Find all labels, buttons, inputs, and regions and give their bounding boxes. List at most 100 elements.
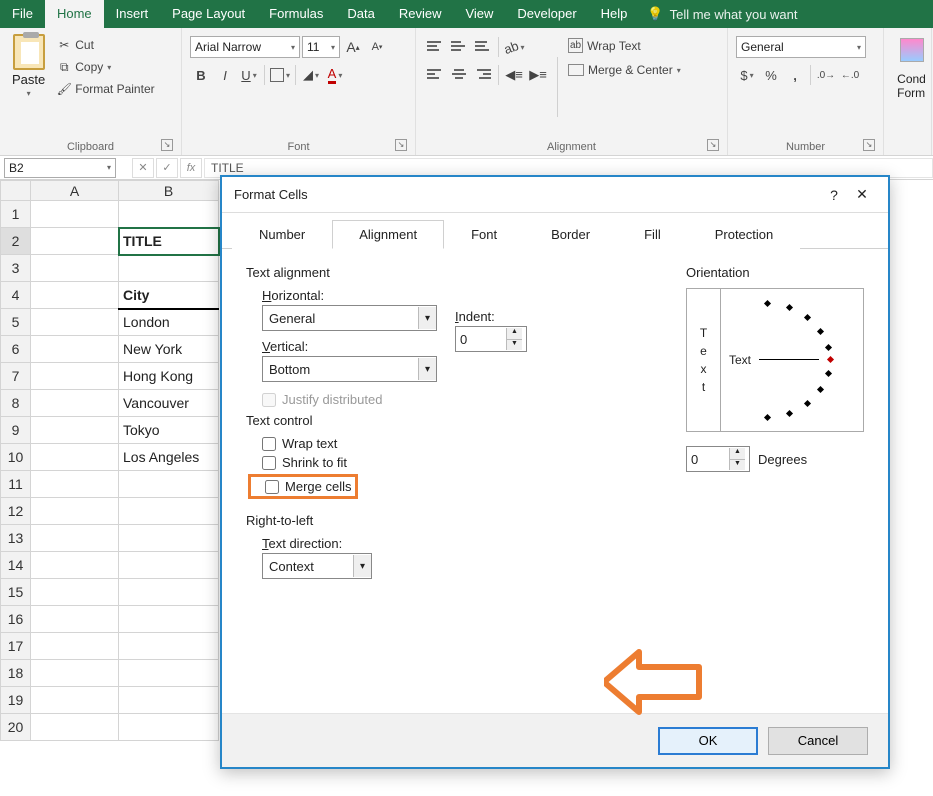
underline-button[interactable]: U (238, 64, 260, 86)
cell-B8[interactable]: Vancouver (119, 390, 219, 417)
text-direction-select[interactable]: Context▾ (262, 553, 372, 579)
cell-B17[interactable] (119, 633, 219, 660)
number-format-select[interactable]: General▾ (736, 36, 866, 58)
row-header-7[interactable]: 7 (1, 363, 31, 390)
row-header-20[interactable]: 20 (1, 714, 31, 741)
cell-A17[interactable] (31, 633, 119, 660)
wrap-text-checkbox[interactable]: Wrap text (262, 436, 666, 451)
conditional-formatting-icon[interactable] (900, 38, 924, 62)
cancel-button[interactable]: Cancel (768, 727, 868, 755)
cell-B16[interactable] (119, 606, 219, 633)
cell-B15[interactable] (119, 579, 219, 606)
cell-A19[interactable] (31, 687, 119, 714)
col-header-B[interactable]: B (119, 181, 219, 201)
cell-B4[interactable]: City (119, 282, 219, 309)
select-all-corner[interactable] (1, 181, 31, 201)
cell-A5[interactable] (31, 309, 119, 336)
align-right-button[interactable] (472, 64, 494, 86)
cell-B6[interactable]: New York (119, 336, 219, 363)
menu-help[interactable]: Help (589, 0, 640, 28)
border-button[interactable] (269, 64, 291, 86)
tab-alignment[interactable]: Alignment (332, 220, 444, 249)
copy-button[interactable]: ⧉Copy ▾ (55, 58, 156, 76)
align-center-button[interactable] (448, 64, 470, 86)
row-header-14[interactable]: 14 (1, 552, 31, 579)
tab-border[interactable]: Border (524, 220, 617, 249)
merge-cells-checkbox[interactable]: Merge cells (265, 479, 351, 494)
dialog-launcher-icon[interactable]: ↘ (863, 139, 875, 151)
close-button[interactable]: ✕ (848, 181, 876, 209)
merge-center-button[interactable]: Merge & Center ▾ (566, 61, 683, 79)
cell-A18[interactable] (31, 660, 119, 687)
menu-view[interactable]: View (453, 0, 505, 28)
cell-B5[interactable]: London (119, 309, 219, 336)
tab-protection[interactable]: Protection (688, 220, 801, 249)
orientation-panel[interactable]: T e x t Text (686, 288, 864, 432)
cell-A15[interactable] (31, 579, 119, 606)
bold-button[interactable]: B (190, 64, 212, 86)
name-box[interactable]: B2▾ (4, 158, 116, 178)
cell-B18[interactable] (119, 660, 219, 687)
dialog-launcher-icon[interactable]: ↘ (161, 139, 173, 151)
row-header-13[interactable]: 13 (1, 525, 31, 552)
decrease-indent-button[interactable]: ◀≡ (503, 64, 525, 86)
align-middle-button[interactable] (448, 36, 470, 58)
cell-A14[interactable] (31, 552, 119, 579)
tell-me-search[interactable]: 💡 Tell me what you want (647, 6, 797, 22)
shrink-to-fit-checkbox[interactable]: Shrink to fit (262, 455, 666, 470)
row-header-17[interactable]: 17 (1, 633, 31, 660)
row-header-9[interactable]: 9 (1, 417, 31, 444)
row-header-8[interactable]: 8 (1, 390, 31, 417)
row-header-12[interactable]: 12 (1, 498, 31, 525)
menu-page-layout[interactable]: Page Layout (160, 0, 257, 28)
cell-A8[interactable] (31, 390, 119, 417)
row-header-15[interactable]: 15 (1, 579, 31, 606)
increase-font-button[interactable]: A▴ (342, 36, 364, 58)
menu-home[interactable]: Home (45, 0, 104, 28)
row-header-10[interactable]: 10 (1, 444, 31, 471)
dialog-launcher-icon[interactable]: ↘ (707, 139, 719, 151)
vertical-select[interactable]: Bottom▾ (262, 356, 437, 382)
dialog-launcher-icon[interactable]: ↘ (395, 139, 407, 151)
orientation-dial[interactable]: Text (721, 289, 863, 431)
orientation-button[interactable]: ab (503, 36, 525, 58)
cell-A3[interactable] (31, 255, 119, 282)
tab-fill[interactable]: Fill (617, 220, 688, 249)
menu-formulas[interactable]: Formulas (257, 0, 335, 28)
decrease-font-button[interactable]: A▾ (366, 36, 388, 58)
enter-formula-button[interactable]: ✓ (156, 158, 178, 178)
cell-A11[interactable] (31, 471, 119, 498)
row-header-18[interactable]: 18 (1, 660, 31, 687)
cell-A2[interactable] (31, 228, 119, 255)
orientation-vertical-text[interactable]: T e x t (687, 289, 721, 431)
col-header-A[interactable]: A (31, 181, 119, 201)
row-header-6[interactable]: 6 (1, 336, 31, 363)
row-header-4[interactable]: 4 (1, 282, 31, 309)
spin-up-icon[interactable]: ▲ (730, 448, 745, 460)
percent-button[interactable]: % (760, 64, 782, 86)
horizontal-select[interactable]: General▾ (262, 305, 437, 331)
help-button[interactable]: ? (820, 181, 848, 209)
fill-color-button[interactable]: ◢ (300, 64, 322, 86)
row-header-5[interactable]: 5 (1, 309, 31, 336)
cell-A9[interactable] (31, 417, 119, 444)
decrease-decimal-button[interactable]: ←.0 (839, 64, 861, 86)
row-header-1[interactable]: 1 (1, 201, 31, 228)
cell-B20[interactable] (119, 714, 219, 741)
cell-A6[interactable] (31, 336, 119, 363)
cell-A1[interactable] (31, 201, 119, 228)
dialog-title-bar[interactable]: Format Cells ? ✕ (222, 177, 888, 213)
cell-B7[interactable]: Hong Kong (119, 363, 219, 390)
menu-file[interactable]: File (0, 0, 45, 28)
row-header-11[interactable]: 11 (1, 471, 31, 498)
row-header-19[interactable]: 19 (1, 687, 31, 714)
menu-review[interactable]: Review (387, 0, 454, 28)
accounting-format-button[interactable]: $ (736, 64, 758, 86)
italic-button[interactable]: I (214, 64, 236, 86)
font-name-select[interactable]: Arial Narrow▾ (190, 36, 300, 58)
cell-B11[interactable] (119, 471, 219, 498)
row-header-3[interactable]: 3 (1, 255, 31, 282)
font-color-button[interactable]: A (324, 64, 346, 86)
menu-developer[interactable]: Developer (505, 0, 588, 28)
increase-decimal-button[interactable]: .0→ (815, 64, 837, 86)
